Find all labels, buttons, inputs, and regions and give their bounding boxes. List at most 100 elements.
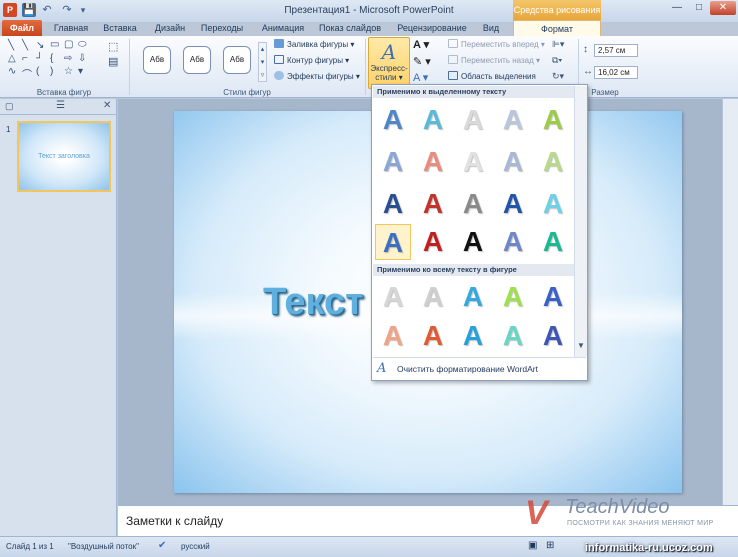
line-shape-icon[interactable]: ╲ xyxy=(22,40,28,51)
group-icon[interactable]: ⧉▾ xyxy=(552,55,562,66)
clear-wordart-button[interactable]: A Очистить форматирование WordArt xyxy=(373,357,586,379)
text-effects-icon[interactable]: A ▾ xyxy=(413,71,428,84)
oval-shape-icon[interactable]: ⬭ xyxy=(78,39,87,50)
arrow-right-shape-icon[interactable]: ⇨ xyxy=(64,53,72,64)
wordart-style-cell[interactable]: A xyxy=(495,224,531,260)
normal-view-icon[interactable]: ▣ xyxy=(528,540,537,551)
shape-effects-button[interactable]: Эффекты фигуры ▾ xyxy=(274,71,360,83)
tab-review[interactable]: Рецензирование xyxy=(394,20,470,36)
wordart-style-cell[interactable]: A xyxy=(375,102,411,138)
tab-transitions[interactable]: Переходы xyxy=(199,20,245,36)
edit-shape-icon[interactable]: ⬚ xyxy=(108,40,118,53)
group-label-shape-styles: Стили фигур xyxy=(223,88,271,97)
wordart-style-cell[interactable]: A xyxy=(455,224,491,260)
wordart-style-cell[interactable]: A xyxy=(415,279,451,315)
text-box-icon[interactable]: ▤ xyxy=(108,55,118,68)
shape-fill-button[interactable]: Заливка фигуры ▾ xyxy=(274,39,354,51)
connector-shape-icon[interactable]: ┘ xyxy=(36,53,43,64)
wordart-style-cell[interactable]: A xyxy=(415,318,451,354)
vertical-scrollbar[interactable] xyxy=(722,99,738,505)
wordart-style-cell[interactable]: A xyxy=(535,224,571,260)
close-pane-icon[interactable]: ✕ xyxy=(103,100,111,111)
wordart-style-cell[interactable]: A xyxy=(535,318,571,354)
wordart-style-cell[interactable]: A xyxy=(455,102,491,138)
shape-height-field[interactable]: 2,57 см xyxy=(594,44,638,57)
tab-slideshow[interactable]: Показ слайдов xyxy=(318,20,382,36)
more-shapes-icon[interactable]: ▾ xyxy=(78,66,83,77)
arrow-down-shape-icon[interactable]: ⇩ xyxy=(78,53,86,64)
title-bar: P 💾 ↶ ↷ ▾ Презентация1 - Microsoft Power… xyxy=(0,0,738,22)
wordart-styles-gallery: Применимо к выделенному тексту Применимо… xyxy=(371,84,588,381)
wordart-style-cell[interactable]: A xyxy=(535,186,571,222)
wordart-style-cell[interactable]: A xyxy=(415,144,451,180)
wordart-style-cell[interactable]: A xyxy=(415,186,451,222)
tab-home[interactable]: Главная xyxy=(52,20,90,36)
brace-shape-icon[interactable]: { xyxy=(50,53,53,64)
curve-shape-icon[interactable]: ∿ xyxy=(8,66,16,77)
wordart-style-cell[interactable]: A xyxy=(495,318,531,354)
tab-view[interactable]: Вид xyxy=(478,20,504,36)
outline-tab-icon[interactable]: ☰ xyxy=(56,100,65,111)
shape-style-3[interactable]: Абв xyxy=(223,46,251,74)
tab-animation[interactable]: Анимация xyxy=(258,20,308,36)
bring-forward-button[interactable]: Переместить вперед ▾ xyxy=(448,39,545,51)
shape-style-2[interactable]: Абв xyxy=(183,46,211,74)
star-shape-icon[interactable]: ☆ xyxy=(64,66,73,77)
tab-design[interactable]: Дизайн xyxy=(151,20,189,36)
wordart-style-cell[interactable]: A xyxy=(375,186,411,222)
triangle-shape-icon[interactable]: △ xyxy=(8,53,16,64)
wordart-style-cell[interactable]: A xyxy=(495,144,531,180)
rotate-icon[interactable]: ↻▾ xyxy=(552,71,564,82)
slides-tab-icon[interactable]: ▢ xyxy=(5,101,14,112)
tab-format[interactable]: Формат xyxy=(513,20,601,36)
bracket-shape-icon[interactable]: ) xyxy=(50,66,53,77)
gallery-scrollbar[interactable]: ▼ xyxy=(574,86,587,357)
wordart-style-cell[interactable]: A xyxy=(375,144,411,180)
align-icon[interactable]: ⊫▾ xyxy=(552,39,564,50)
wordart-style-cell[interactable]: A xyxy=(375,224,411,260)
wordart-style-cell[interactable]: A xyxy=(455,144,491,180)
arc-shape-icon[interactable]: ⌒ xyxy=(22,66,32,81)
wordart-style-cell[interactable]: A xyxy=(375,318,411,354)
wordart-style-cell[interactable]: A xyxy=(375,279,411,315)
tab-insert[interactable]: Вставка xyxy=(101,20,139,36)
wordart-style-cell[interactable]: A xyxy=(415,102,451,138)
selection-pane-button[interactable]: Область выделения xyxy=(448,71,536,83)
shape-outline-button[interactable]: Контур фигуры ▾ xyxy=(274,55,349,67)
close-button[interactable]: ✕ xyxy=(710,1,736,15)
express-styles-button[interactable]: A Экспресс- стили ▾ xyxy=(368,37,410,89)
scroll-down-icon[interactable]: ▼ xyxy=(577,341,585,350)
line-shape-icon[interactable]: ╲ xyxy=(8,40,14,51)
arrow-shape-icon[interactable]: ↘ xyxy=(36,40,44,51)
wordart-style-cell[interactable]: A xyxy=(535,144,571,180)
wordart-style-cell[interactable]: A xyxy=(495,102,531,138)
styles-scroll[interactable]: ▴ ▾ ▿ xyxy=(258,42,267,82)
wordart-style-cell[interactable]: A xyxy=(455,318,491,354)
shapes-gallery[interactable]: ╲ ╲ ↘ ▭ ▢ ⬭ △ ⌐ ┘ { ⇨ ⇩ ∿ ⌒ ( ) ☆ ▾ xyxy=(6,39,98,82)
shape-width-field[interactable]: 16,02 см xyxy=(594,66,638,79)
rounded-rect-shape-icon[interactable]: ▢ xyxy=(64,39,73,50)
wordart-style-cell[interactable]: A xyxy=(495,279,531,315)
text-outline-icon[interactable]: ✎ ▾ xyxy=(413,55,431,68)
wordart-style-cell[interactable]: A xyxy=(535,279,571,315)
text-fill-icon[interactable]: A ▾ xyxy=(413,38,429,51)
maximize-button[interactable]: □ xyxy=(688,1,710,15)
connector-shape-icon[interactable]: ⌐ xyxy=(22,53,28,64)
wordart-style-cell[interactable]: A xyxy=(455,186,491,222)
bracket-shape-icon[interactable]: ( xyxy=(36,66,39,77)
send-backward-button[interactable]: Переместить назад ▾ xyxy=(448,55,540,67)
tab-file[interactable]: Файл xyxy=(2,20,42,36)
theme-name[interactable]: "Воздушный поток" xyxy=(68,542,139,551)
rectangle-shape-icon[interactable]: ▭ xyxy=(50,39,59,50)
sorter-view-icon[interactable]: ⊞ xyxy=(546,540,554,551)
wordart-style-cell[interactable]: A xyxy=(455,279,491,315)
minimize-button[interactable]: — xyxy=(666,1,688,15)
slide-thumbnail[interactable]: Текст заголовка xyxy=(17,121,111,192)
shape-style-1[interactable]: Абв xyxy=(143,46,171,74)
slide-title-text[interactable]: Текст xyxy=(263,281,364,324)
wordart-style-cell[interactable]: A xyxy=(535,102,571,138)
wordart-style-cell[interactable]: A xyxy=(495,186,531,222)
language[interactable]: русский xyxy=(181,542,210,551)
wordart-style-cell[interactable]: A xyxy=(415,224,451,260)
spellcheck-icon[interactable]: ✔ xyxy=(158,540,166,551)
